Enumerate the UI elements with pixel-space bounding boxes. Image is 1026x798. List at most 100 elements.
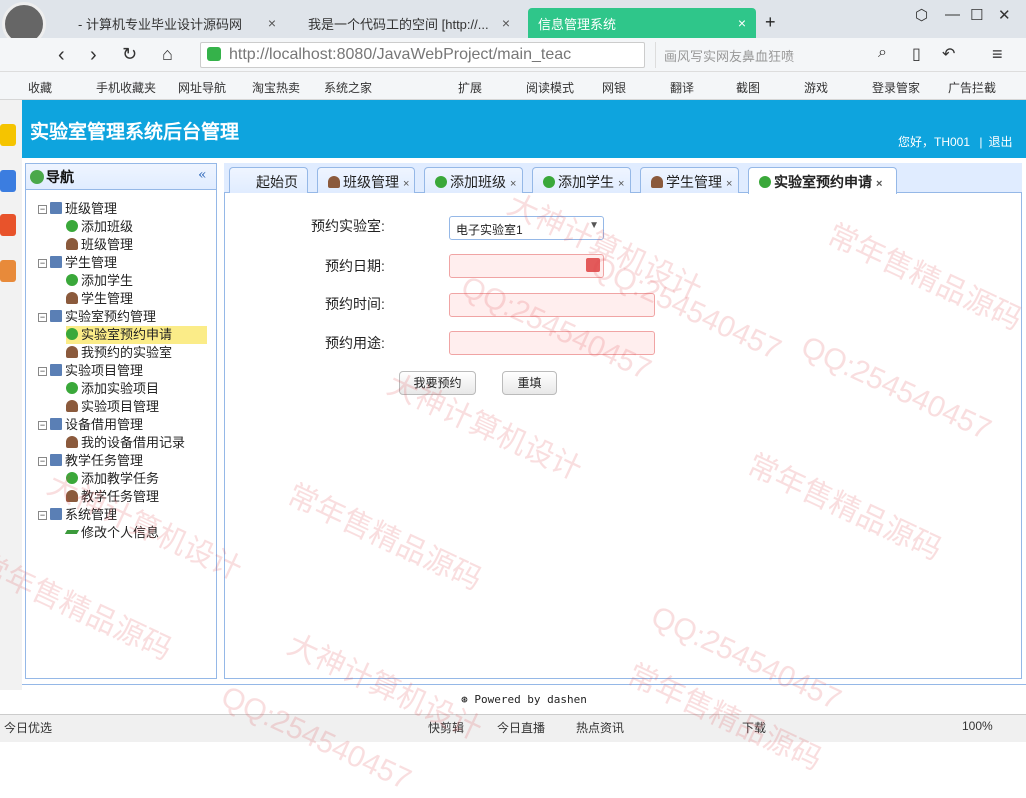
tree-item[interactable]: 我的设备借用记录 <box>66 434 185 452</box>
refresh-icon[interactable]: ↻ <box>122 44 137 65</box>
bookmark-item[interactable]: 截图 <box>736 79 760 96</box>
close-icon[interactable]: × <box>726 178 732 190</box>
logout-link[interactable]: 退出 <box>989 135 1013 149</box>
tree-item[interactable]: 添加学生 <box>66 272 133 290</box>
nav-title: 导航 <box>46 170 74 186</box>
bookmark-item[interactable]: 网址导航 <box>178 79 226 96</box>
expand-icon[interactable]: − <box>38 511 47 520</box>
bookmark-item[interactable]: 收藏 <box>28 79 52 96</box>
status-item[interactable]: 热点资讯 <box>576 719 624 736</box>
tree-item[interactable]: 添加实验项目 <box>66 380 159 398</box>
favorite-icon[interactable] <box>0 124 16 146</box>
add-icon <box>543 176 555 188</box>
forward-icon[interactable]: › <box>90 44 97 67</box>
tree-item[interactable]: 班级管理 <box>66 236 133 254</box>
tree-group[interactable]: − 设备借用管理 <box>38 416 143 434</box>
tab-active[interactable]: 实验室预约申请 × <box>748 167 897 194</box>
tree-item[interactable]: 教学任务管理 <box>66 488 159 506</box>
purpose-input[interactable] <box>449 331 655 355</box>
computer-icon <box>50 364 62 376</box>
tree-group[interactable]: − 实验项目管理 <box>38 362 143 380</box>
date-input[interactable] <box>449 254 604 278</box>
calendar-icon[interactable] <box>586 258 600 272</box>
status-item[interactable]: 快剪辑 <box>428 719 464 736</box>
add-icon <box>759 176 771 188</box>
maximize-icon[interactable]: ☐ <box>970 6 983 24</box>
greeting: 您好，TH001 <box>898 135 971 149</box>
bookmark-item[interactable]: 淘宝热卖 <box>252 79 300 96</box>
tree-group[interactable]: − 班级管理 <box>38 200 117 218</box>
skin-icon[interactable]: ⬡ <box>915 6 928 24</box>
add-icon <box>66 328 78 340</box>
phone-icon[interactable]: ▯ <box>912 44 921 64</box>
expand-icon[interactable]: − <box>38 421 47 430</box>
bookmark-item[interactable]: 游戏 <box>804 79 828 96</box>
new-tab-button[interactable]: + <box>765 12 776 33</box>
lab-select[interactable]: 电子实验室1 ▼ <box>449 216 604 240</box>
browser-tab-label: - 计算机专业毕业设计源码网 <box>78 16 242 32</box>
expand-icon[interactable]: − <box>38 205 47 214</box>
status-item[interactable]: 今日直播 <box>497 719 545 736</box>
bookmark-item[interactable]: 网银 <box>602 79 626 96</box>
mail-icon[interactable] <box>0 260 16 282</box>
bookmark-item[interactable]: 登录管家 <box>872 79 920 96</box>
tree-label: 学生管理 <box>65 255 118 270</box>
tree-group[interactable]: − 系统管理 <box>38 506 117 524</box>
search-icon[interactable]: ⌕ <box>878 44 887 62</box>
weibo-icon[interactable] <box>0 214 16 236</box>
bookmark-item[interactable]: 广告拦截 <box>948 79 996 96</box>
status-left[interactable]: 今日优选 <box>4 719 52 736</box>
bookmark-item[interactable]: 翻译 <box>670 79 694 96</box>
tree-label: 实验室预约管理 <box>65 309 157 324</box>
tree-item[interactable]: 修改个人信息 <box>64 524 159 542</box>
page-tab[interactable]: 起始页 <box>229 167 308 193</box>
bookmark-item[interactable]: 扩展 <box>458 79 482 96</box>
minimize-icon[interactable]: — <box>945 6 960 23</box>
browser-tab-2[interactable]: 我是一个代码工的空间 [http://... × <box>298 8 520 38</box>
bookmark-item[interactable]: 阅读模式 <box>526 79 574 96</box>
tree-item[interactable]: 实验室预约申请 <box>66 326 207 344</box>
browser-tab-active[interactable]: 信息管理系统 × <box>528 8 756 38</box>
tree-item[interactable]: 学生管理 <box>66 290 133 308</box>
reset-button[interactable]: 重填 <box>502 371 557 395</box>
time-input[interactable] <box>449 293 655 317</box>
url-input[interactable]: http://localhost:8080/JavaWebProject/mai… <box>200 42 645 68</box>
close-window-icon[interactable]: ✕ <box>998 6 1011 24</box>
close-icon[interactable]: × <box>738 15 746 31</box>
page-tab[interactable]: 班级管理 × <box>317 167 415 193</box>
bookmark-item[interactable]: 手机收藏夹 <box>96 79 156 96</box>
search-input[interactable]: 画风写实网友鼻血狂喷 <box>655 42 903 68</box>
home-icon[interactable]: ⌂ <box>162 44 173 65</box>
tree-item[interactable]: 添加班级 <box>66 218 133 236</box>
expand-icon[interactable]: − <box>38 259 47 268</box>
page-tab[interactable]: 学生管理 × <box>640 167 739 193</box>
tree-item[interactable]: 实验项目管理 <box>66 398 159 416</box>
close-icon[interactable]: × <box>510 178 516 190</box>
browser-tab-1[interactable]: - 计算机专业毕业设计源码网 × <box>68 8 286 38</box>
collapse-icon[interactable]: « <box>198 167 207 183</box>
zoom-level[interactable]: 100% <box>962 719 993 733</box>
status-item[interactable]: 下载 <box>742 719 766 736</box>
close-icon[interactable]: × <box>403 178 409 190</box>
list-icon[interactable] <box>0 170 16 192</box>
tree-item[interactable]: 添加教学任务 <box>66 470 159 488</box>
tree-group[interactable]: − 学生管理 <box>38 254 117 272</box>
page-tab[interactable]: 添加班级 × <box>424 167 523 193</box>
close-icon[interactable]: × <box>618 178 624 190</box>
tree-item[interactable]: 我预约的实验室 <box>66 344 172 362</box>
submit-button[interactable]: 我要预约 <box>399 371 476 395</box>
tree-group[interactable]: − 教学任务管理 <box>38 452 143 470</box>
menu-icon[interactable]: ≡ <box>992 44 1003 65</box>
expand-icon[interactable]: − <box>38 313 47 322</box>
close-icon[interactable]: × <box>268 15 276 31</box>
expand-icon[interactable]: − <box>38 367 47 376</box>
tree-group[interactable]: − 实验室预约管理 <box>38 308 156 326</box>
expand-icon[interactable]: − <box>38 457 47 466</box>
back-icon[interactable]: ‹ <box>58 44 65 67</box>
add-icon <box>66 274 78 286</box>
page-tab[interactable]: 添加学生 × <box>532 167 631 193</box>
close-icon[interactable]: × <box>876 178 882 190</box>
bookmark-item[interactable]: 系统之家 <box>324 79 372 96</box>
close-icon[interactable]: × <box>502 15 510 31</box>
undo-icon[interactable]: ↶ <box>942 44 955 64</box>
